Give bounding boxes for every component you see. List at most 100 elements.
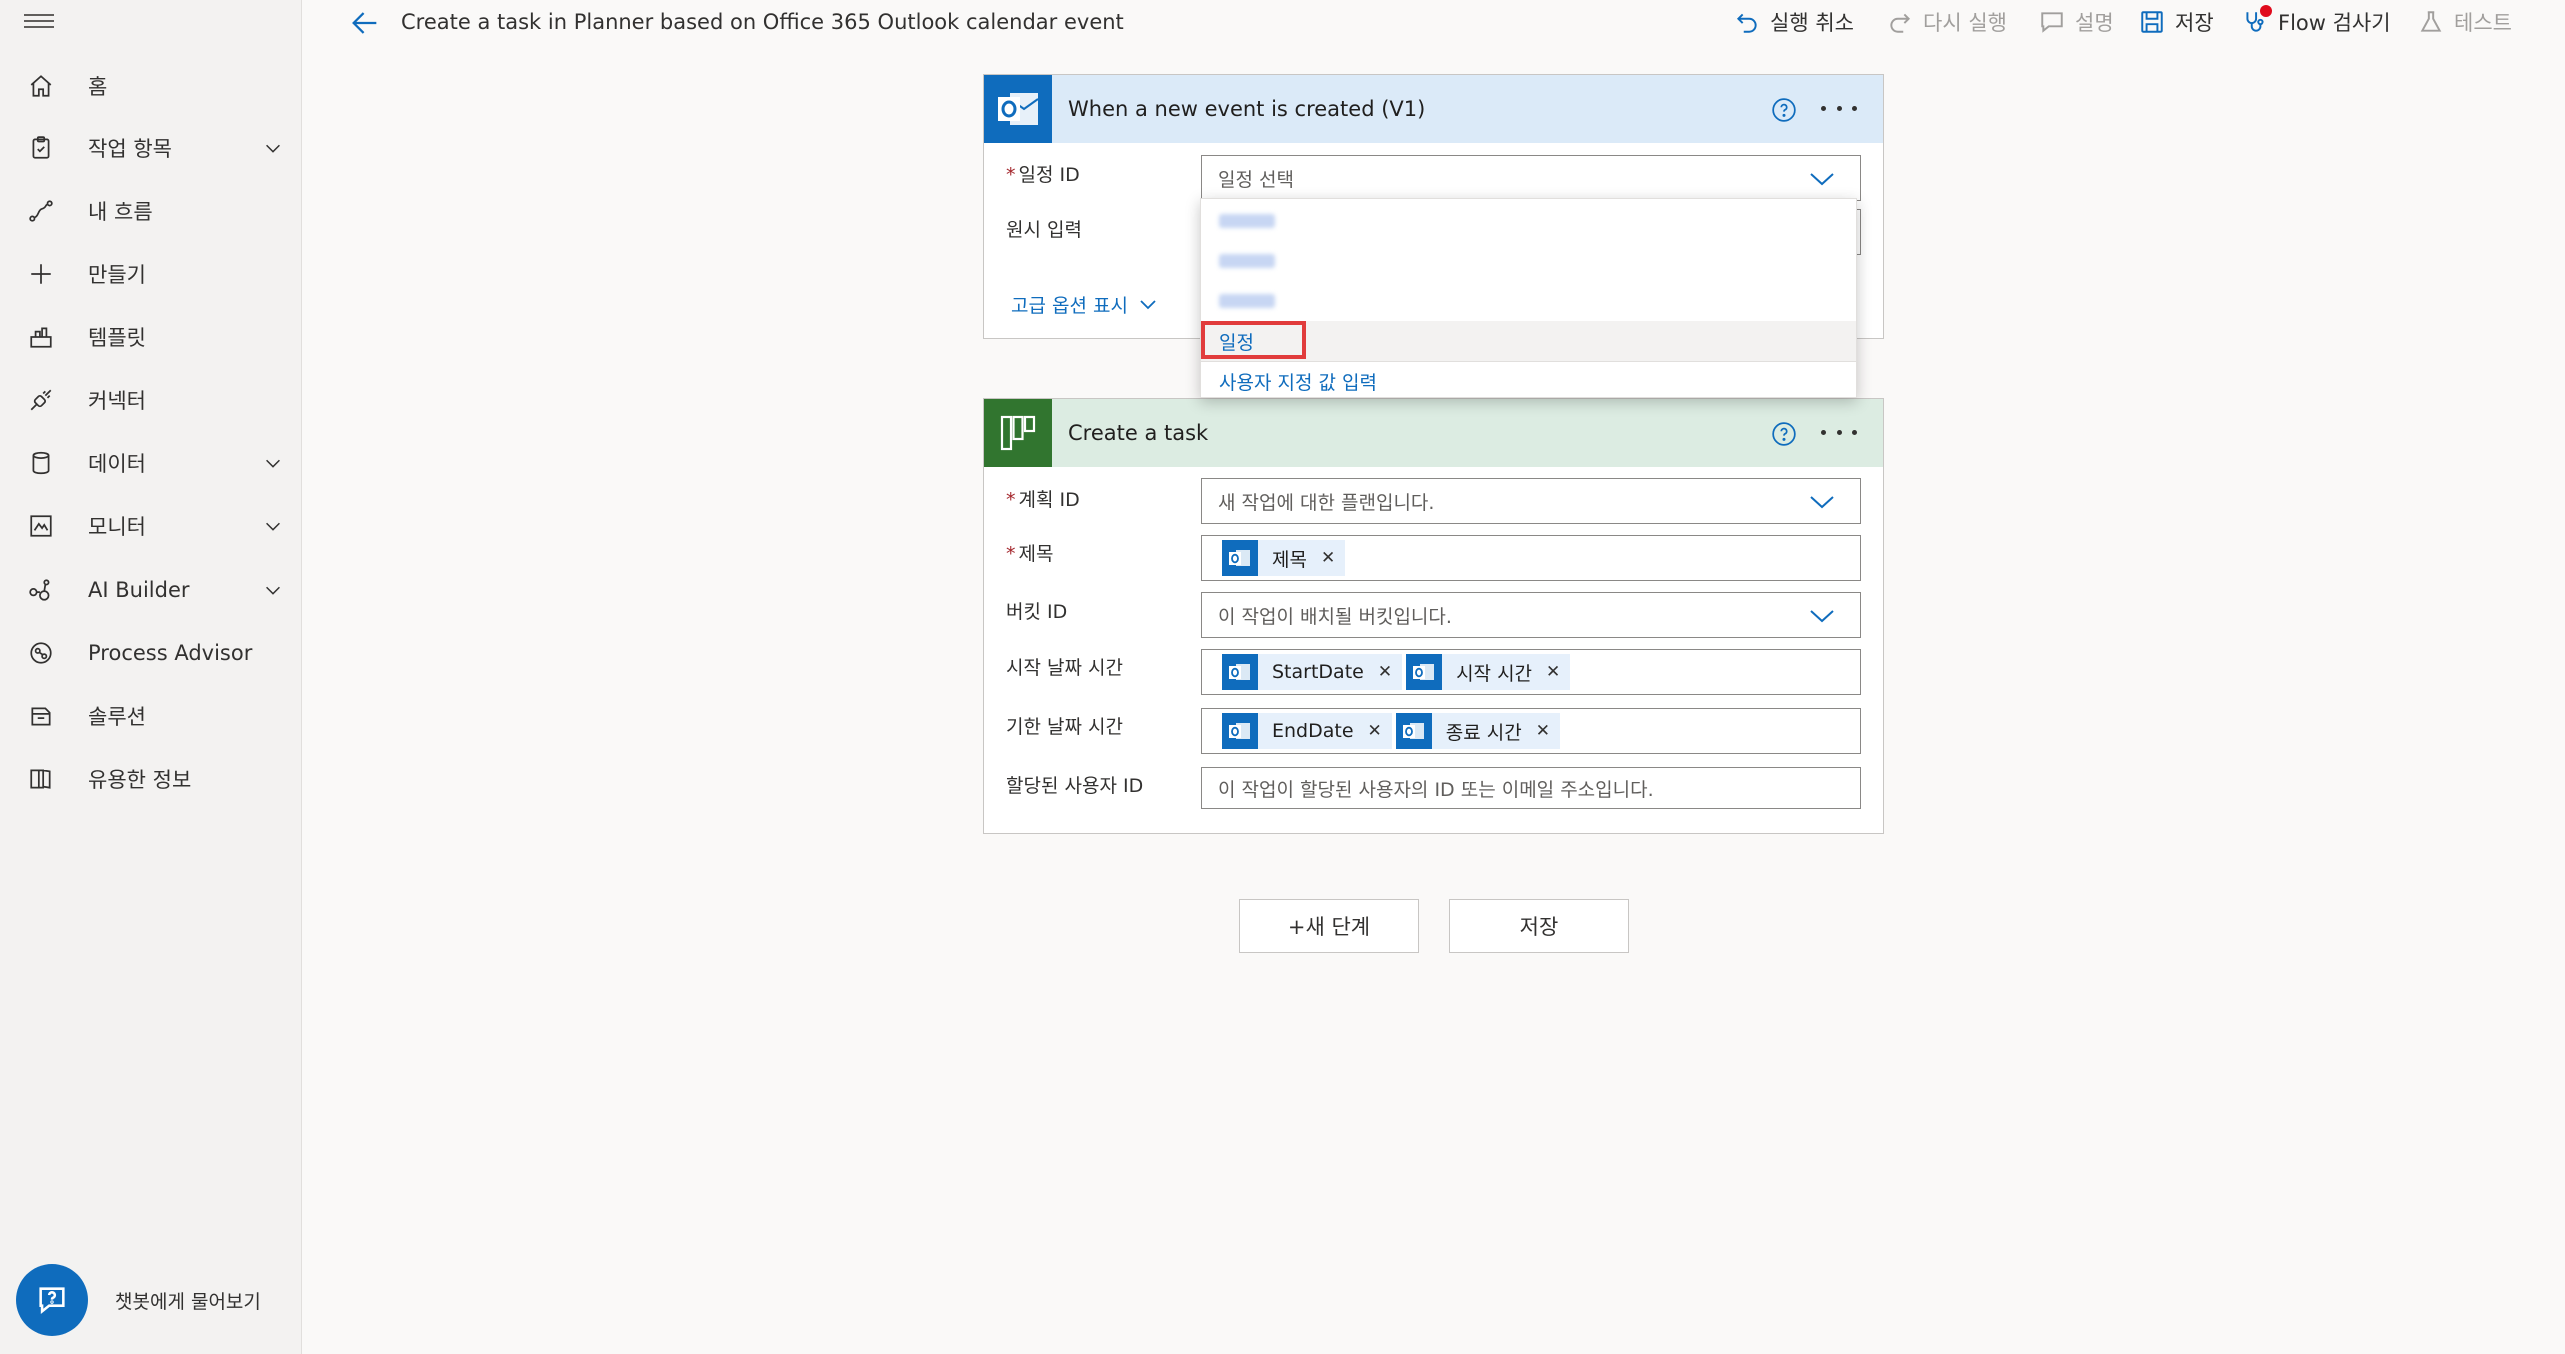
start-datetime-field[interactable]: StartDate ✕ 시작 시간 ✕ xyxy=(1201,649,1861,695)
option-label: 사용자 지정 값 입력 xyxy=(1219,372,1377,394)
chat-help-icon xyxy=(39,1287,65,1314)
flow-checker-button[interactable]: Flow 검사기 xyxy=(2242,4,2391,40)
flow-title: Create a task in Planner based on Office… xyxy=(401,10,1124,34)
assigned-user-placeholder: 이 작업이 할당된 사용자의 ID 또는 이메일 주소입니다. xyxy=(1218,778,1654,801)
token-label: 종료 시간 xyxy=(1445,721,1522,744)
calendar-id-placeholder: 일정 선택 xyxy=(1218,168,1294,191)
plus-icon xyxy=(26,259,56,289)
save-label: 저장 xyxy=(2175,11,2214,35)
due-datetime-field[interactable]: EndDate ✕ 종료 시간 ✕ xyxy=(1201,708,1861,754)
assigned-user-field[interactable]: 이 작업이 할당된 사용자의 ID 또는 이메일 주소입니다. xyxy=(1201,767,1861,809)
beaker-icon xyxy=(2420,11,2442,32)
save-flow-button[interactable]: 저장 xyxy=(1449,899,1629,953)
sidebar-item-label: 솔루션 xyxy=(88,705,146,729)
sidebar-item-process-advisor[interactable]: Process Advisor xyxy=(0,625,302,681)
save-icon xyxy=(2141,11,2163,33)
undo-label: 실행 취소 xyxy=(1770,11,1854,35)
plan-id-select[interactable]: 새 작업에 대한 플랜입니다. xyxy=(1201,478,1861,524)
sidebar-item-create[interactable]: 만들기 xyxy=(0,246,302,302)
start-datetime-label: 시작 날짜 시간 xyxy=(1006,657,1123,679)
token-label: StartDate xyxy=(1272,661,1364,683)
remove-token-icon[interactable]: ✕ xyxy=(1536,721,1550,741)
remove-token-icon[interactable]: ✕ xyxy=(1368,721,1382,741)
sidebar-item-my-flows[interactable]: 내 흐름 xyxy=(0,183,302,239)
test-button[interactable]: 테스트 xyxy=(2418,4,2512,40)
sidebar-item-connectors[interactable]: 커넥터 xyxy=(0,372,302,428)
dynamic-content-token[interactable]: StartDate ✕ xyxy=(1222,654,1403,690)
dropdown-option[interactable] xyxy=(1201,241,1856,281)
show-advanced-options-link[interactable]: 고급 옵션 표시 xyxy=(1011,291,1158,318)
remove-token-icon[interactable]: ✕ xyxy=(1321,548,1335,568)
sidebar-item-label: 내 흐름 xyxy=(88,200,153,224)
test-label: 테스트 xyxy=(2454,11,2512,35)
sidebar-item-label: 데이터 xyxy=(88,452,146,476)
notification-dot xyxy=(2260,5,2272,17)
dynamic-content-token[interactable]: 종료 시간 ✕ xyxy=(1395,713,1560,749)
raw-input-label: 원시 입력 xyxy=(1006,219,1082,241)
sidebar-item-label: 작업 항목 xyxy=(88,137,172,161)
connector-icon xyxy=(26,385,56,415)
chevron-down-icon xyxy=(1810,173,1834,186)
sidebar-item-templates[interactable]: 템플릿 xyxy=(0,309,302,365)
plan-id-placeholder: 새 작업에 대한 플랜입니다. xyxy=(1218,491,1435,514)
bucket-id-select[interactable]: 이 작업이 배치될 버킷입니다. xyxy=(1201,592,1861,638)
subject-label: * 제목 xyxy=(1006,543,1054,565)
hamburger-menu-icon[interactable] xyxy=(24,10,54,32)
dropdown-option[interactable] xyxy=(1201,201,1856,241)
save-button[interactable]: 저장 xyxy=(2139,4,2214,40)
new-step-button[interactable]: +새 단계 xyxy=(1239,899,1419,953)
undo-button[interactable]: 실행 취소 xyxy=(1734,4,1854,40)
chevron-down-icon xyxy=(1810,496,1834,509)
left-navigation: 홈 작업 항목 내 흐름 만들기 템플릿 커넥터 데이터 모니터 AI Buil… xyxy=(0,0,302,1354)
redo-button[interactable]: 다시 실행 xyxy=(1887,4,2007,40)
help-icon[interactable] xyxy=(1771,97,1797,123)
redacted-option xyxy=(1219,214,1275,228)
sidebar-item-label: 만들기 xyxy=(88,263,146,287)
dynamic-content-token[interactable]: 시작 시간 ✕ xyxy=(1406,654,1571,690)
dynamic-content-token[interactable]: EndDate ✕ xyxy=(1222,713,1392,749)
subject-field[interactable]: 제목 ✕ xyxy=(1201,535,1861,581)
sidebar-item-ai-builder[interactable]: AI Builder xyxy=(0,562,302,618)
chevron-down-icon[interactable] xyxy=(262,515,284,537)
redo-label: 다시 실행 xyxy=(1923,11,2007,35)
chevron-down-icon[interactable] xyxy=(262,452,284,474)
sidebar-item-data[interactable]: 데이터 xyxy=(0,435,302,491)
solutions-icon xyxy=(26,701,56,731)
trigger-card-header[interactable]: When a new event is created (V1) xyxy=(984,75,1883,143)
sidebar-item-home[interactable]: 홈 xyxy=(0,58,302,114)
dropdown-option-custom-value[interactable]: 사용자 지정 값 입력 xyxy=(1201,361,1856,401)
calendar-id-select[interactable]: 일정 선택 xyxy=(1201,155,1861,201)
back-arrow-icon[interactable] xyxy=(348,6,382,40)
help-icon[interactable] xyxy=(1771,421,1797,447)
undo-icon xyxy=(1736,13,1757,33)
action-card-header[interactable]: Create a task xyxy=(984,399,1883,467)
remove-token-icon[interactable]: ✕ xyxy=(1378,662,1392,682)
sidebar-item-solutions[interactable]: 솔루션 xyxy=(0,688,302,744)
comment-button[interactable]: 설명 xyxy=(2039,4,2114,40)
template-icon xyxy=(26,322,56,352)
book-icon xyxy=(26,764,56,794)
dropdown-option[interactable] xyxy=(1201,281,1856,321)
more-options-icon[interactable] xyxy=(1821,417,1857,447)
sidebar-item-label: AI Builder xyxy=(88,578,190,602)
token-label: EndDate xyxy=(1272,720,1354,742)
sidebar-item-learn[interactable]: 유용한 정보 xyxy=(0,751,302,807)
clipboard-icon xyxy=(26,133,56,163)
chevron-down-icon[interactable] xyxy=(262,579,284,601)
sidebar-item-label: 홈 xyxy=(88,75,108,99)
chatbot-label[interactable]: 챗봇에게 물어보기 xyxy=(115,1287,261,1314)
sidebar-item-monitor[interactable]: 모니터 xyxy=(0,498,302,554)
flow-checker-label: Flow 검사기 xyxy=(2278,11,2391,35)
chatbot-button[interactable] xyxy=(16,1264,88,1336)
sidebar-item-action-items[interactable]: 작업 항목 xyxy=(0,120,302,176)
comment-icon xyxy=(2041,12,2063,33)
advanced-options-label: 고급 옵션 표시 xyxy=(1011,295,1128,317)
remove-token-icon[interactable]: ✕ xyxy=(1546,662,1560,682)
chevron-down-icon[interactable] xyxy=(262,137,284,159)
process-advisor-icon xyxy=(26,638,56,668)
outlook-icon xyxy=(1395,713,1432,749)
plan-id-label: * 계획 ID xyxy=(1006,489,1080,511)
sidebar-item-label: 커넥터 xyxy=(88,389,146,413)
more-options-icon[interactable] xyxy=(1821,93,1857,123)
dynamic-content-token[interactable]: 제목 ✕ xyxy=(1222,540,1346,576)
